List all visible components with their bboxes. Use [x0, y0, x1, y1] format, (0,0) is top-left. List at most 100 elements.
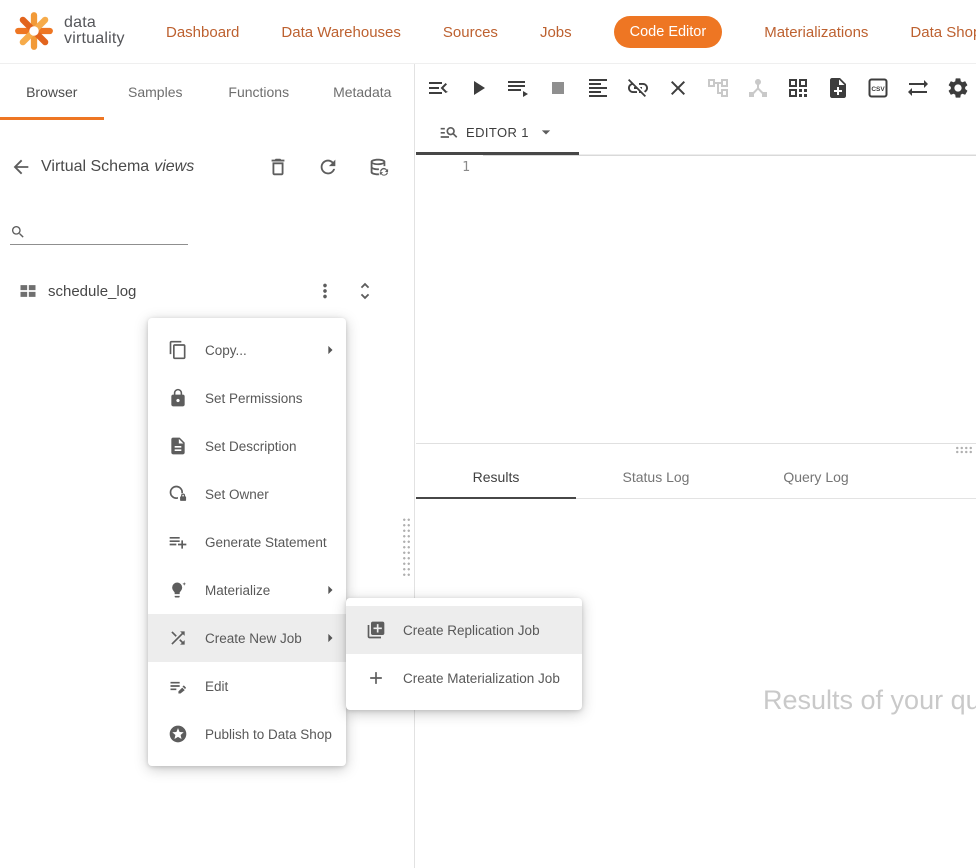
query-plan-icon[interactable] [786, 76, 810, 100]
brand-logo[interactable]: data virtuality [13, 10, 125, 52]
brand-name: data virtuality [64, 15, 125, 47]
search-input[interactable] [32, 224, 188, 240]
collapse-list-icon[interactable] [426, 76, 450, 100]
menu-item-materialize[interactable]: Materialize [148, 566, 346, 614]
edit-icon [168, 676, 188, 696]
menu-item-label: Create Replication Job [403, 623, 576, 638]
editor-toolbar: CSV [416, 64, 976, 112]
run-all-icon[interactable] [506, 76, 530, 100]
playlist-add-icon [168, 532, 188, 552]
back-arrow-icon[interactable] [10, 156, 32, 178]
settings-gear-icon[interactable] [946, 76, 970, 100]
tree-item-schedule-log[interactable]: schedule_log [0, 269, 414, 313]
menu-item-create-materialization-job[interactable]: Create Materialization Job [346, 654, 582, 702]
menu-item-label: Set Permissions [205, 391, 340, 406]
editor-tab-bar: EDITOR 1 [416, 112, 976, 155]
kebab-menu-icon[interactable] [314, 280, 336, 302]
menu-item-publish-to-data-shop[interactable]: Publish to Data Shop [148, 710, 346, 758]
tab-status-log[interactable]: Status Log [576, 455, 736, 498]
results-splitter[interactable] [416, 443, 976, 455]
results-tab-bar: Results Status Log Query Log [416, 455, 976, 499]
tree-item-label: schedule_log [48, 283, 314, 300]
menu-item-label: Create New Job [205, 631, 320, 646]
tab-samples[interactable]: Samples [104, 64, 208, 120]
delete-icon[interactable] [267, 156, 289, 178]
unlink-icon[interactable] [626, 76, 650, 100]
close-icon[interactable] [666, 76, 690, 100]
sidebar-resize-handle[interactable] [402, 517, 411, 579]
tab-query-log[interactable]: Query Log [736, 455, 896, 498]
menu-item-label: Publish to Data Shop [205, 727, 340, 742]
copy-icon [168, 340, 188, 360]
tab-browser[interactable]: Browser [0, 64, 104, 120]
menu-item-label: Generate Statement [205, 535, 340, 550]
schema-actions [267, 156, 389, 178]
menu-item-create-replication-job[interactable]: Create Replication Job [346, 606, 582, 654]
menu-item-label: Copy... [205, 343, 320, 358]
create-job-icon [168, 628, 188, 648]
chevron-down-icon[interactable] [536, 122, 556, 142]
manage-search-icon [439, 122, 459, 142]
code-editor[interactable]: 1 [416, 155, 976, 443]
menu-item-label: Edit [205, 679, 340, 694]
replication-job-icon [366, 620, 386, 640]
nav-materializations[interactable]: Materializations [764, 24, 868, 41]
splitter-handle-icon[interactable] [955, 446, 974, 454]
swap-icon[interactable] [906, 76, 930, 100]
sidebar-tabs: Browser Samples Functions Metadata [0, 64, 414, 120]
menu-item-label: Set Owner [205, 487, 340, 502]
editor-tab[interactable]: EDITOR 1 [416, 112, 579, 155]
menu-item-label: Create Materialization Job [403, 671, 576, 686]
menu-item-set-owner[interactable]: Set Owner [148, 470, 346, 518]
nav-code-editor[interactable]: Code Editor [614, 16, 723, 48]
publish-star-icon [168, 724, 188, 744]
schema-title-text: Virtual Schema [41, 158, 149, 175]
nav-sources[interactable]: Sources [443, 24, 498, 41]
tab-results[interactable]: Results [416, 455, 576, 498]
schema-search[interactable] [10, 219, 188, 245]
brand-line1: data [64, 15, 125, 31]
format-icon[interactable] [586, 76, 610, 100]
dependencies-tree-icon [706, 76, 730, 100]
unfold-more-icon[interactable] [354, 280, 376, 302]
hub-icon [746, 76, 770, 100]
editor-panel: CSV EDITOR 1 1 Results Status [416, 64, 976, 868]
submenu-arrow-icon [320, 340, 340, 360]
line-number-gutter: 1 [416, 155, 483, 443]
lock-icon [168, 388, 188, 408]
results-empty-text: Results of your queries [763, 685, 976, 716]
tab-functions[interactable]: Functions [207, 64, 311, 120]
brand-line2: virtuality [64, 31, 125, 47]
new-file-icon[interactable] [826, 76, 850, 100]
menu-item-copy[interactable]: Copy... [148, 326, 346, 374]
logo-flower-icon [13, 10, 55, 52]
schema-header: Virtual Schema views [10, 149, 389, 185]
tab-metadata[interactable]: Metadata [311, 64, 415, 120]
description-icon [168, 436, 188, 456]
csv-export-icon[interactable]: CSV [866, 76, 890, 100]
stop-icon [546, 76, 570, 100]
menu-item-label: Set Description [205, 439, 340, 454]
schema-title-suffix: views [154, 158, 194, 175]
nav-data-shop[interactable]: Data Shop [910, 24, 976, 41]
submenu-arrow-icon [320, 628, 340, 648]
nav-jobs[interactable]: Jobs [540, 24, 572, 41]
menu-item-create-new-job[interactable]: Create New Job [148, 614, 346, 662]
menu-item-set-description[interactable]: Set Description [148, 422, 346, 470]
submenu-arrow-icon [320, 580, 340, 600]
nav-data-warehouses[interactable]: Data Warehouses [281, 24, 401, 41]
context-menu: Copy... Set Permissions Set Description … [148, 318, 346, 766]
menu-item-set-permissions[interactable]: Set Permissions [148, 374, 346, 422]
run-icon[interactable] [466, 76, 490, 100]
create-job-submenu: Create Replication Job Create Materializ… [346, 598, 582, 710]
refresh-icon[interactable] [317, 156, 339, 178]
svg-text:CSV: CSV [871, 86, 885, 93]
top-navigation: data virtuality Dashboard Data Warehouse… [0, 0, 976, 64]
database-sync-icon[interactable] [367, 156, 389, 178]
table-grid-icon [18, 281, 38, 301]
owner-icon [168, 484, 188, 504]
menu-item-edit[interactable]: Edit [148, 662, 346, 710]
code-content[interactable] [483, 155, 976, 443]
nav-dashboard[interactable]: Dashboard [166, 24, 239, 41]
menu-item-generate-statement[interactable]: Generate Statement [148, 518, 346, 566]
